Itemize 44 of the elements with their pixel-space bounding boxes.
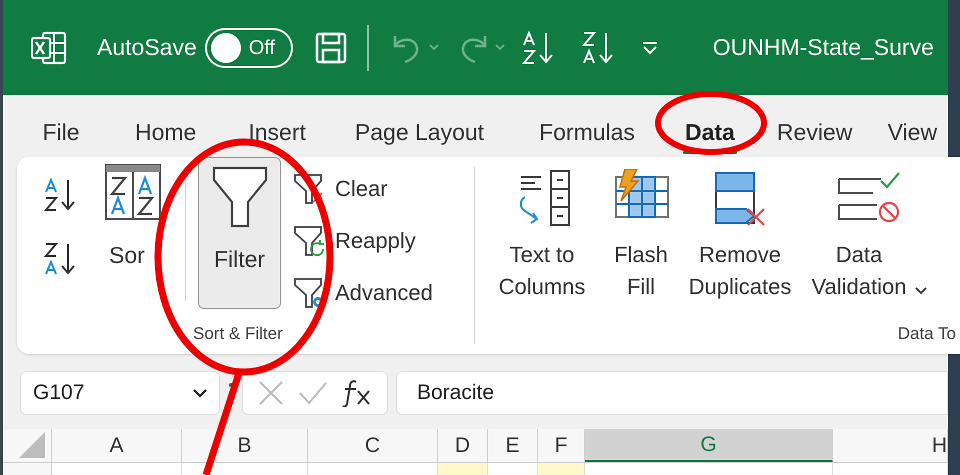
remove-duplicates-button[interactable]: Remove Duplicates: [679, 169, 801, 320]
column-header[interactable]: B: [182, 429, 308, 462]
document-title: OUNHM-State_Surve: [712, 33, 934, 62]
group-label: Data To: [898, 322, 957, 344]
name-box[interactable]: G107: [20, 371, 220, 415]
ribbon-tab[interactable]: Formulas: [539, 117, 635, 157]
spreadsheet-logo-icon: [31, 30, 67, 64]
filter-option[interactable]: Reapply: [293, 221, 433, 260]
column-header[interactable]: E: [488, 429, 538, 462]
ribbon-tab[interactable]: File: [34, 117, 88, 157]
autosave-toggle[interactable]: Off: [204, 28, 293, 68]
ribbon-tab[interactable]: Home: [135, 117, 196, 157]
sort-button[interactable]: Sor: [105, 164, 185, 320]
funnel-gear-icon: [293, 276, 325, 308]
text-to-columns-button[interactable]: Text to Columns: [481, 169, 603, 320]
formula-input[interactable]: Boracite: [396, 371, 948, 415]
column-header[interactable]: A: [52, 429, 182, 462]
column-header[interactable]: D: [438, 429, 488, 462]
data-validation-button[interactable]: Data Validation: [801, 169, 937, 320]
column-header[interactable]: C: [308, 429, 438, 462]
ribbon-tab[interactable]: View: [885, 117, 940, 157]
customize-icon[interactable]: [640, 40, 659, 54]
autosave-label: AutoSave: [97, 33, 197, 62]
function-icon[interactable]: [342, 379, 372, 407]
ribbon-tab[interactable]: Insert: [248, 117, 306, 157]
grid-cell[interactable]: [438, 463, 488, 475]
column-header[interactable]: H: [833, 429, 948, 462]
sort-table-icon: [105, 164, 161, 220]
group-label: Sort & Filter: [193, 322, 283, 344]
flash-fill-button[interactable]: Flash Fill: [603, 169, 679, 320]
funnel-icon: [212, 166, 268, 228]
filter-button[interactable]: Filter: [198, 157, 281, 309]
checkmark-icon[interactable]: [298, 381, 328, 405]
row-header[interactable]: [3, 463, 52, 475]
ribbon-tab[interactable]: Page Layout: [354, 117, 484, 157]
save-icon[interactable]: [314, 32, 347, 64]
funnel-refresh-icon: [293, 224, 325, 256]
grid-cell[interactable]: [538, 463, 585, 475]
funnel-cross-icon: [293, 172, 325, 204]
filter-option[interactable]: Clear: [293, 169, 433, 208]
ribbon-tab[interactable]: Review: [776, 117, 852, 157]
cancel-icon[interactable]: [258, 380, 284, 406]
chevron-down-icon: [193, 388, 207, 398]
filter-option[interactable]: Advanced: [293, 273, 433, 312]
